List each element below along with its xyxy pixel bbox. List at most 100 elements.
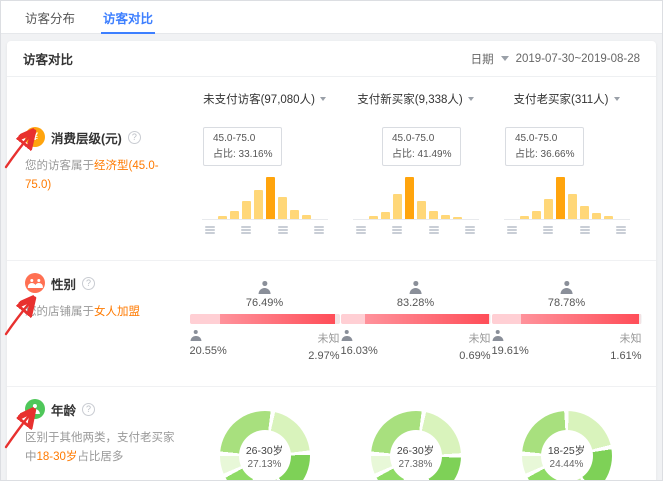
consumption-row-description: 您的访客属于经济型(45.0-75.0) bbox=[25, 157, 177, 195]
range-value: 45.0-75.0 bbox=[213, 131, 272, 147]
row-gender: 性别 ? 您的店铺属于女人加盟 76.49% 20.55% bbox=[7, 260, 656, 386]
female-percentage: 78.78% bbox=[548, 297, 585, 309]
gender-ratio-bar bbox=[492, 314, 642, 324]
column-header-label: 未支付访客(97,080人) bbox=[203, 91, 315, 107]
axis-tick-icon bbox=[392, 226, 402, 228]
female-icon bbox=[258, 281, 272, 294]
donut-center-label: 26-30岁 27.13% bbox=[239, 430, 291, 481]
age-segment-value: 27.13% bbox=[248, 459, 282, 470]
axis-tick-icon bbox=[465, 226, 475, 228]
chevron-down-icon bbox=[501, 56, 509, 61]
axis-tick-icon bbox=[278, 226, 288, 228]
consumption-bar-chart bbox=[504, 176, 630, 236]
female-percentage: 76.49% bbox=[246, 297, 283, 309]
age-segment-label: 26-30岁 bbox=[397, 443, 434, 458]
gender-ratio-bar bbox=[190, 314, 340, 324]
tab-visitor-comparison[interactable]: 访客对比 bbox=[89, 1, 167, 33]
description-highlight: 女人加盟 bbox=[94, 306, 140, 318]
age-cell-unpaid: 26-30岁 27.13% bbox=[189, 399, 340, 481]
range-ratio: 占比: 36.66% bbox=[515, 147, 574, 163]
axis-tick-icon bbox=[429, 226, 439, 228]
gender-row-description: 您的店铺属于女人加盟 bbox=[25, 303, 177, 322]
tab-visitor-distribution[interactable]: 访客分布 bbox=[11, 1, 89, 33]
chevron-down-icon bbox=[468, 97, 474, 101]
axis-tick-icon bbox=[314, 226, 324, 228]
donut-center-label: 26-30岁 27.38% bbox=[390, 430, 442, 481]
unknown-label: 未知 bbox=[318, 330, 340, 346]
gender-row-title: 性别 bbox=[51, 274, 76, 293]
age-cell-new-buyers: 26-30岁 27.38% bbox=[340, 399, 491, 481]
age-segment-value: 27.38% bbox=[399, 459, 433, 470]
row-consumption-level: ¥ 消费层级(元) ? 您的访客属于经济型(45.0-75.0) 45.0-75… bbox=[7, 115, 656, 260]
help-icon[interactable]: ? bbox=[128, 131, 141, 144]
axis-tick-icon bbox=[241, 226, 251, 228]
gender-icon bbox=[25, 273, 45, 293]
age-row-label: 年龄 ? 区别于其他两类，支付老买家中18-30岁占比居多 bbox=[21, 399, 189, 481]
age-segment-value: 24.44% bbox=[550, 459, 584, 470]
donut-center-label: 18-25岁 24.44% bbox=[541, 430, 593, 481]
help-icon[interactable]: ? bbox=[82, 403, 95, 416]
gender-cell-unpaid: 76.49% 20.55% 未知 2.97% bbox=[189, 273, 340, 362]
male-icon bbox=[492, 330, 504, 341]
content-area: 访客对比 日期 2019-07-30~2019-08-28 未支付访客(97,0… bbox=[1, 34, 662, 481]
date-filter-label[interactable]: 日期 bbox=[471, 51, 494, 67]
column-headers: 未支付访客(97,080人) 支付新买家(9,338人) 支付老买家(311人) bbox=[7, 77, 656, 115]
axis-tick-icon bbox=[616, 226, 626, 228]
axis-tick-icon bbox=[580, 226, 590, 228]
male-percentage: 20.55% bbox=[190, 345, 227, 357]
range-ratio: 占比: 33.16% bbox=[213, 147, 272, 163]
axis-tick-icon bbox=[507, 226, 517, 228]
chevron-down-icon bbox=[320, 97, 326, 101]
gender-ratio-bar bbox=[341, 314, 491, 324]
unknown-percentage: 2.97% bbox=[308, 350, 339, 362]
date-filter[interactable]: 日期 2019-07-30~2019-08-28 bbox=[471, 51, 640, 67]
female-percentage: 83.28% bbox=[397, 297, 434, 309]
male-percentage: 16.03% bbox=[341, 345, 378, 357]
column-header-label: 支付新买家(9,338人) bbox=[357, 91, 462, 107]
gender-cell-returning-buyers: 78.78% 19.61% 未知 1.61% bbox=[491, 273, 642, 362]
range-ratio: 占比: 41.49% bbox=[392, 147, 451, 163]
male-icon bbox=[341, 330, 353, 341]
column-header-unpaid-visitors[interactable]: 未支付访客(97,080人) bbox=[189, 91, 340, 107]
consumption-row-title: 消费层级(元) bbox=[51, 128, 122, 147]
consumption-level-icon: ¥ bbox=[25, 127, 45, 147]
column-header-label: 支付老买家(311人) bbox=[514, 91, 609, 107]
description-text: 占比居多 bbox=[77, 451, 123, 463]
row-age: 年龄 ? 区别于其他两类，支付老买家中18-30岁占比居多 26-30岁 27.… bbox=[7, 386, 656, 481]
age-donut-chart: 18-25岁 24.44% bbox=[522, 411, 612, 481]
range-tooltip: 45.0-75.0 占比: 41.49% bbox=[382, 127, 461, 166]
panel-title: 访客对比 bbox=[23, 49, 73, 68]
visitor-analytics-screen: 访客分布 访客对比 访客对比 日期 2019-07-30~2019-08-28 … bbox=[0, 0, 663, 481]
range-value: 45.0-75.0 bbox=[392, 131, 451, 147]
range-tooltip: 45.0-75.0 占比: 33.16% bbox=[203, 127, 282, 166]
age-donut-chart: 26-30岁 27.13% bbox=[220, 411, 310, 481]
consumption-bar-chart bbox=[202, 176, 328, 236]
female-icon bbox=[409, 281, 423, 294]
axis-tick-icon bbox=[356, 226, 366, 228]
unknown-label: 未知 bbox=[469, 330, 491, 346]
description-text: 您的店铺属于 bbox=[25, 306, 94, 318]
range-tooltip: 45.0-75.0 占比: 36.66% bbox=[505, 127, 584, 166]
column-header-new-buyers[interactable]: 支付新买家(9,338人) bbox=[340, 91, 491, 107]
consumption-cell-returning-buyers: 45.0-75.0 占比: 36.66% bbox=[491, 127, 642, 236]
tab-bar: 访客分布 访客对比 bbox=[1, 1, 662, 34]
age-row-description: 区别于其他两类，支付老买家中18-30岁占比居多 bbox=[25, 429, 177, 467]
age-segment-label: 18-25岁 bbox=[548, 443, 585, 458]
gender-cell-new-buyers: 83.28% 16.03% 未知 0.69% bbox=[340, 273, 491, 362]
column-header-returning-buyers[interactable]: 支付老买家(311人) bbox=[491, 91, 642, 107]
male-icon bbox=[190, 330, 202, 341]
unknown-percentage: 1.61% bbox=[610, 350, 641, 362]
consumption-cell-new-buyers: 45.0-75.0 占比: 41.49% bbox=[340, 127, 491, 236]
visitor-comparison-panel: 访客对比 日期 2019-07-30~2019-08-28 未支付访客(97,0… bbox=[7, 41, 656, 481]
description-highlight: 18-30岁 bbox=[37, 451, 78, 463]
date-range-value[interactable]: 2019-07-30~2019-08-28 bbox=[516, 53, 640, 65]
range-value: 45.0-75.0 bbox=[515, 131, 574, 147]
age-donut-chart: 26-30岁 27.38% bbox=[371, 411, 461, 481]
age-row-title: 年龄 bbox=[51, 400, 76, 419]
help-icon[interactable]: ? bbox=[82, 277, 95, 290]
age-cell-returning-buyers: 18-25岁 24.44% bbox=[491, 399, 642, 481]
consumption-cell-unpaid: 45.0-75.0 占比: 33.16% bbox=[189, 127, 340, 236]
panel-header: 访客对比 日期 2019-07-30~2019-08-28 bbox=[7, 41, 656, 77]
gender-row-label: 性别 ? 您的店铺属于女人加盟 bbox=[21, 273, 189, 362]
consumption-row-label: ¥ 消费层级(元) ? 您的访客属于经济型(45.0-75.0) bbox=[21, 127, 189, 236]
